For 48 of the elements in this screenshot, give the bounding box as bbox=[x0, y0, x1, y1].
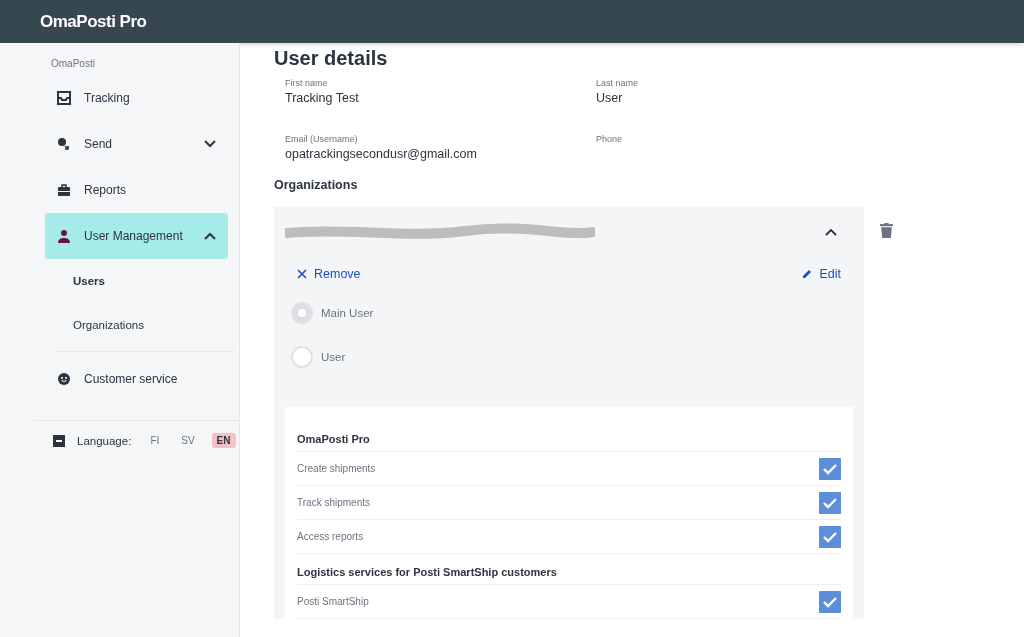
inbox-icon bbox=[57, 91, 71, 105]
group-title: Logistics services for Posti SmartShip customers bbox=[297, 560, 841, 585]
edit-link[interactable]: Edit bbox=[802, 267, 841, 281]
field-label: Phone bbox=[596, 134, 624, 144]
field-value: opatrackingsecondusr@gmail.com bbox=[285, 147, 478, 161]
page-title: User details bbox=[274, 47, 389, 70]
parcel-icon bbox=[57, 137, 71, 151]
person-icon bbox=[57, 229, 71, 243]
remove-link[interactable]: Remove bbox=[297, 267, 361, 281]
nav-item[interactable]: Tracking bbox=[45, 75, 228, 121]
checkbox[interactable] bbox=[819, 590, 841, 613]
field-label: First name bbox=[285, 78, 329, 88]
app-logo[interactable]: OmaPosti Pro bbox=[40, 11, 147, 32]
nav-item[interactable]: Customer service bbox=[45, 356, 228, 402]
trash-icon[interactable] bbox=[880, 223, 893, 238]
briefcase-icon bbox=[57, 183, 71, 197]
language-label: Language: bbox=[77, 434, 132, 447]
permission-label: Posti SmartShip bbox=[297, 596, 369, 607]
language-option[interactable]: SV bbox=[176, 433, 200, 448]
radio-label: User bbox=[321, 351, 346, 363]
radio-button[interactable] bbox=[291, 302, 313, 324]
checkbox[interactable] bbox=[819, 491, 841, 514]
pencil-icon bbox=[802, 269, 813, 279]
checkbox[interactable] bbox=[819, 457, 841, 480]
permission-label: Access reports bbox=[297, 531, 364, 542]
group-title: OmaPosti Pro bbox=[297, 427, 841, 452]
nav-item[interactable]: Send bbox=[45, 121, 228, 167]
section-label: OmaPosti bbox=[51, 58, 96, 69]
field-value: Tracking Test bbox=[285, 91, 360, 105]
radio-button[interactable] bbox=[291, 346, 313, 368]
permission-label: Track shipments bbox=[297, 497, 370, 508]
language-icon bbox=[53, 434, 65, 447]
smiley-icon bbox=[57, 372, 71, 386]
field-label: Last name bbox=[596, 78, 640, 88]
nav-subitem[interactable]: Organizations bbox=[73, 303, 239, 347]
section-title: Organizations bbox=[274, 178, 359, 192]
caret-icon[interactable] bbox=[825, 228, 837, 236]
language-option[interactable]: FI bbox=[145, 433, 165, 448]
nav-subitem[interactable]: Users bbox=[73, 259, 239, 303]
radio-label: Main User bbox=[321, 307, 374, 319]
field-value: User bbox=[596, 91, 624, 105]
nav-item[interactable]: Reports bbox=[45, 167, 228, 213]
field-label: Email (Username) bbox=[285, 134, 359, 144]
checkbox[interactable] bbox=[819, 525, 841, 548]
language-option[interactable]: EN bbox=[211, 433, 236, 448]
permission-label: Create shipments bbox=[297, 463, 376, 474]
nav-item[interactable]: User Management bbox=[45, 213, 228, 259]
close-icon bbox=[297, 269, 307, 279]
